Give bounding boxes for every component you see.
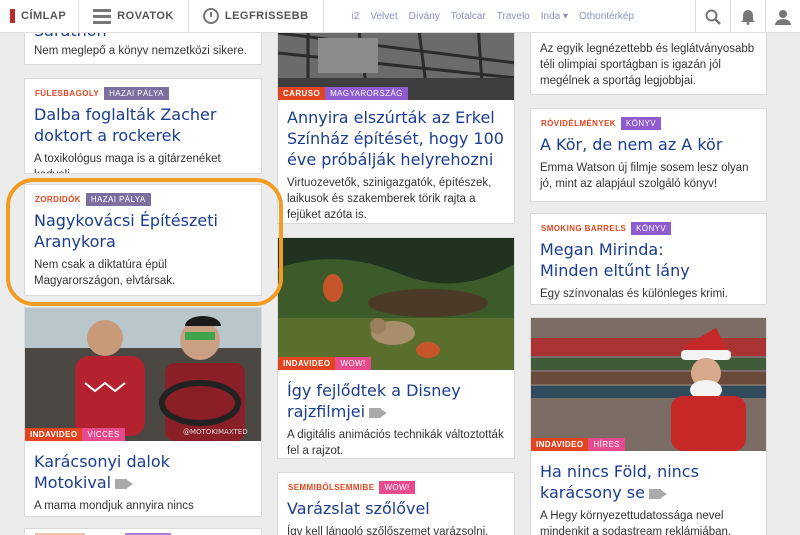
notifications-button[interactable] <box>730 0 765 33</box>
nav-link-divany[interactable]: Dívány <box>409 11 440 22</box>
image-tags: INDAVIDEO WOW! <box>278 357 371 370</box>
article-card[interactable]: RÖVIDÉLMÉNYEK KÖNYV A Kör, de nem az A k… <box>530 108 767 202</box>
article-image[interactable]: INDAVIDEO HÍRES <box>531 318 766 451</box>
article-tags: SMOKING BARRELS KÖNYV <box>541 222 766 235</box>
kicker-tag[interactable]: RÖVIDÉLMÉNYEK <box>541 117 621 130</box>
article-card[interactable]: FÜLESBAGOLY HAZAI PÁLYA Dalba foglalták … <box>24 78 262 174</box>
article-lead: Így kell lángoló szőlőszemet varázsolni. <box>287 526 489 535</box>
video-icon <box>369 407 388 418</box>
nav-link-travelo[interactable]: Travelo <box>497 11 530 22</box>
disney-cartoon-still <box>278 238 514 370</box>
top-navigation: CÍMLAP ROVATOK LEGFRISSEBB i2 Velvet Dív… <box>0 0 800 33</box>
article-tags: ZORDIDÓK HAZAI PÁLYA <box>35 193 261 206</box>
article-lead: Virtuozevetők, szinigazgatók, építészek,… <box>287 177 492 221</box>
video-icon <box>648 488 667 499</box>
image-tags: INDAVIDEO HÍRES <box>531 438 625 451</box>
article-title[interactable]: Annyira elszúrták az Erkel Színház építé… <box>287 107 504 170</box>
nav-home[interactable]: CÍMLAP <box>0 0 80 33</box>
article-lead: A Hegy környezettudatossága nevel minden… <box>540 510 732 535</box>
article-image[interactable]: @MOTOKIMAXTED INDAVIDEO VICCES <box>25 308 261 441</box>
kicker-tag[interactable]: INDAVIDEO <box>531 438 589 451</box>
kicker-tag[interactable]: INDAVIDEO <box>25 428 83 441</box>
search-button[interactable] <box>695 0 730 33</box>
nav-link-totalcar[interactable]: Totalcar <box>451 11 486 22</box>
kicker-tag[interactable]: INDAVIDEO <box>278 357 336 370</box>
article-card-highlighted[interactable]: ZORDIDÓK HAZAI PÁLYA Nagykovácsi Építész… <box>24 184 262 296</box>
video-icon <box>115 478 134 489</box>
article-lead: Emma Watson új filmje sosem lesz olyan j… <box>540 162 749 190</box>
santa-supermarket-photo <box>531 318 766 451</box>
section-tag[interactable]: VICCES <box>82 428 125 441</box>
article-title[interactable]: Megan Mirinda: Minden eltűnt lány <box>540 239 690 281</box>
article-lead: Nem csak a diktatúra épül Magyarországon… <box>34 259 176 287</box>
article-title[interactable]: Nagykovácsi Építészeti Aranykora <box>34 210 251 252</box>
user-icon <box>775 9 791 25</box>
article-tags: SEMMIBŐLSEMMIBE WOW! <box>288 481 514 494</box>
section-tag[interactable]: HÍRES <box>588 438 625 451</box>
article-tags: FÜLESBAGOLY HAZAI PÁLYA <box>35 87 261 100</box>
nav-link-velvet[interactable]: Velvet <box>370 11 397 22</box>
menu-icon <box>93 8 112 24</box>
article-image[interactable]: INDAVIDEO WOW! <box>278 238 514 370</box>
search-icon <box>705 9 721 25</box>
nav-home-label: CÍMLAP <box>21 10 67 22</box>
section-tag[interactable]: WOW! <box>379 481 415 494</box>
bell-icon <box>741 10 755 25</box>
kicker-tag[interactable]: FÜLESBAGOLY <box>35 87 104 100</box>
nav-link-i2[interactable]: i2 <box>352 11 360 22</box>
kicker-tag[interactable]: SEMMIBŐLSEMMIBE <box>288 481 379 494</box>
image-tags: CARUSO MAGYARORSZÁG <box>278 87 408 100</box>
section-tag[interactable]: WOW! <box>335 357 371 370</box>
image-tags: INDAVIDEO VICCES <box>25 428 125 441</box>
article-tags: RÖVIDÉLMÉNYEK KÖNYV <box>541 117 766 130</box>
logo-icon <box>10 9 15 23</box>
nav-latest-label: LEGFRISSEBB <box>224 10 309 22</box>
article-title[interactable]: Karácsonyi dalok Motokival <box>34 451 251 493</box>
car-interior-photo: @MOTOKIMAXTED <box>25 308 261 441</box>
article-image[interactable]: CARUSO MAGYARORSZÁG <box>278 23 514 100</box>
nav-latest[interactable]: LEGFRISSEBB <box>189 0 324 33</box>
article-lead: Az egyik legnézettebb és leglátványosabb… <box>540 43 755 87</box>
article-card-partial[interactable] <box>24 528 262 535</box>
article-title[interactable]: Így fejlődtek a Disney rajzfilmjei <box>287 380 504 422</box>
article-card-video[interactable]: @MOTOKIMAXTED INDAVIDEO VICCES Karácsony… <box>24 307 262 517</box>
nav-sections[interactable]: ROVATOK <box>79 0 189 33</box>
nav-link-othonterkep[interactable]: Othontérkép <box>579 11 634 22</box>
article-title[interactable]: Dalba foglalták Zacher doktort a rockere… <box>34 104 251 146</box>
article-lead: A digitális animációs technikák változto… <box>287 429 504 457</box>
section-tag[interactable]: MAGYARORSZÁG <box>325 87 408 100</box>
article-card[interactable]: CARUSO MAGYARORSZÁG Annyira elszúrták az… <box>277 22 515 224</box>
profile-button[interactable] <box>765 0 800 33</box>
article-lead: A toxikológus maga is a gitárzenéket ked… <box>34 153 221 173</box>
kicker-tag[interactable]: CARUSO <box>278 87 326 100</box>
partner-links: i2 Velvet Dívány Totalcar Travelo Inda ▾… <box>352 11 634 22</box>
article-lead: Nem meglepő a könyv nemzetközi sikere. <box>34 45 247 57</box>
kicker-tag[interactable]: ZORDIDÓK <box>35 193 86 206</box>
article-card-video[interactable]: INDAVIDEO HÍRES Ha nincs Föld, nincs kar… <box>530 317 767 535</box>
section-tag[interactable]: HAZAI PÁLYA <box>104 87 169 100</box>
clock-icon <box>202 8 219 24</box>
article-lead: Egy színvonalas és különleges krimi. <box>540 288 728 300</box>
nav-link-inda[interactable]: Inda ▾ <box>541 11 568 22</box>
section-tag[interactable]: KÖNYV <box>631 222 672 235</box>
section-tag[interactable]: KÖNYV <box>621 117 662 130</box>
article-title[interactable]: Ha nincs Föld, nincs karácsony se <box>540 461 740 503</box>
nav-sections-label: ROVATOK <box>117 10 174 22</box>
section-tag[interactable]: HAZAI PÁLYA <box>85 193 151 206</box>
article-card-video[interactable]: INDAVIDEO WOW! Így fejlődtek a Disney ra… <box>277 237 515 459</box>
article-title[interactable]: Varázslat szőlővel <box>287 498 504 519</box>
article-card[interactable]: SMOKING BARRELS KÖNYV Megan Mirinda: Min… <box>530 213 767 305</box>
video-watermark: @MOTOKIMAXTED <box>183 428 248 436</box>
article-card[interactable]: SEMMIBŐLSEMMIBE WOW! Varázslat szőlővel … <box>277 472 515 535</box>
article-title[interactable]: A Kör, de nem az A kör <box>540 134 756 155</box>
kicker-tag[interactable]: SMOKING BARRELS <box>541 222 631 235</box>
article-lead: A mama mondjuk annyira nincs elragadtatv… <box>34 500 194 512</box>
